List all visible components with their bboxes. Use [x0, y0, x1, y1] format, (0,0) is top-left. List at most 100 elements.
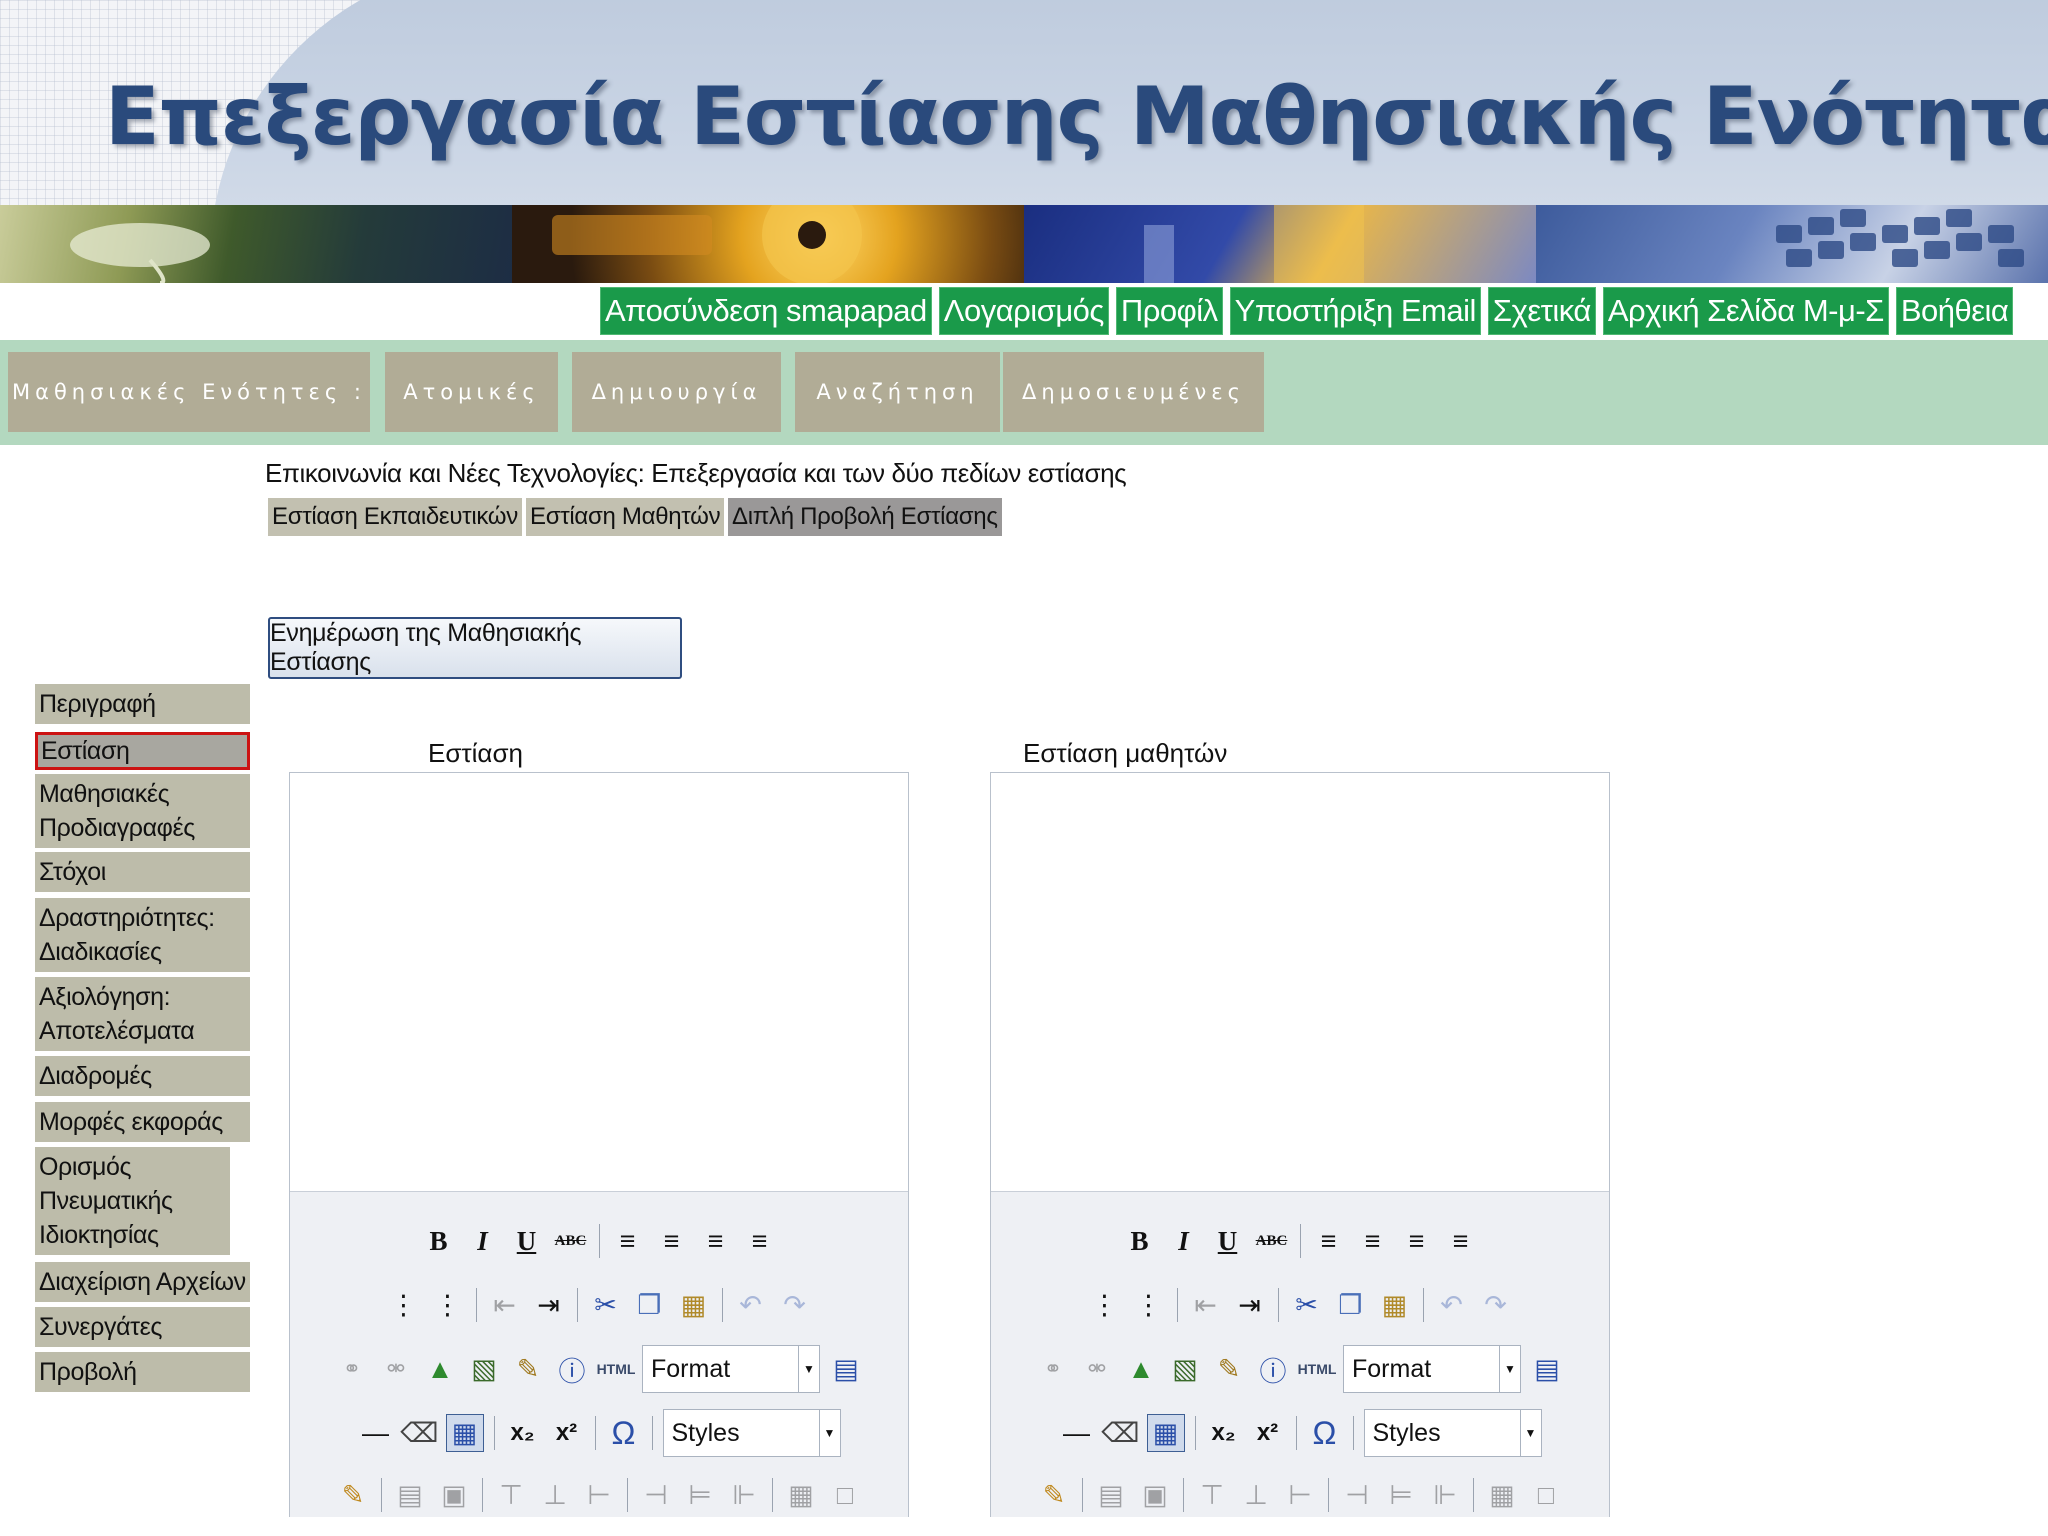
align-justify-icon[interactable]: ≡ [742, 1223, 778, 1259]
cell-props-icon[interactable]: ▣ [1137, 1477, 1173, 1513]
insert-row-before-icon[interactable]: ⊤ [1194, 1477, 1230, 1513]
image-icon[interactable]: ▲ [1123, 1351, 1159, 1387]
sidebar-item-focus[interactable]: Εστίαση [35, 732, 250, 770]
undo-icon[interactable]: ↶ [1434, 1287, 1470, 1323]
edit-icon[interactable]: ✎ [1036, 1477, 1072, 1513]
sidebar-item-learning-specs[interactable]: Μαθησιακές Προδιαγραφές [35, 774, 250, 848]
bullet-list-icon[interactable]: ⋮ [386, 1287, 422, 1323]
image-icon[interactable]: ▲ [422, 1351, 458, 1387]
superscript-icon[interactable]: x² [549, 1415, 585, 1451]
html-source-button[interactable]: HTML [1298, 1351, 1337, 1387]
format-select[interactable]: Format ▼ [642, 1345, 820, 1393]
horizontal-rule-icon[interactable]: — [358, 1415, 394, 1451]
undo-icon[interactable]: ↶ [733, 1287, 769, 1323]
media-icon[interactable]: ▧ [1167, 1351, 1203, 1387]
align-justify-icon[interactable]: ≡ [1443, 1223, 1479, 1259]
media-icon[interactable]: ▧ [466, 1351, 502, 1387]
help-link[interactable]: Βοήθεια [1895, 287, 2014, 335]
table-icon[interactable]: ▦ [445, 1414, 484, 1452]
delete-row-icon[interactable]: ⊢ [581, 1477, 617, 1513]
styles-select[interactable]: Styles ▼ [662, 1409, 841, 1457]
align-right-icon[interactable]: ≡ [1399, 1223, 1435, 1259]
sidebar-item-routes[interactable]: Διαδρομές [35, 1056, 250, 1096]
copy-icon[interactable]: ❐ [1333, 1287, 1369, 1323]
bold-button[interactable]: B [1122, 1223, 1158, 1259]
sidebar-item-goals[interactable]: Στόχοι [35, 852, 250, 892]
numbered-list-icon[interactable]: ⋮ [430, 1287, 466, 1323]
tab-dual-focus[interactable]: Διπλή Προβολή Εστίασης [728, 498, 1002, 536]
sidebar-item-expression-forms[interactable]: Μορφές εκφοράς [35, 1102, 250, 1142]
student-focus-editor-text-area[interactable] [991, 773, 1609, 1189]
italic-button[interactable]: I [1166, 1223, 1202, 1259]
sidebar-item-collaborators[interactable]: Συνεργάτες [35, 1307, 250, 1347]
horizontal-rule-icon[interactable]: — [1059, 1415, 1095, 1451]
unlink-icon[interactable]: ⚮ [1079, 1351, 1115, 1387]
insert-row-before-icon[interactable]: ⊤ [493, 1477, 529, 1513]
sidebar-item-description[interactable]: Περιγραφή [35, 684, 250, 724]
strikethrough-button[interactable]: ABC [1254, 1223, 1290, 1259]
underline-button[interactable]: U [1210, 1223, 1246, 1259]
align-center-icon[interactable]: ≡ [654, 1223, 690, 1259]
block-visual-icon[interactable]: ▤ [1529, 1351, 1565, 1387]
copy-icon[interactable]: ❐ [632, 1287, 668, 1323]
superscript-icon[interactable]: x² [1250, 1415, 1286, 1451]
split-cells-icon[interactable]: ▦ [783, 1477, 819, 1513]
logout-link[interactable]: Αποσύνδεση smapapad [600, 287, 932, 335]
numbered-list-icon[interactable]: ⋮ [1131, 1287, 1167, 1323]
eraser-icon[interactable]: ⌫ [1101, 1415, 1139, 1451]
sidebar-item-file-management[interactable]: Διαχείριση Αρχείων [35, 1262, 250, 1302]
insert-row-after-icon[interactable]: ⊥ [537, 1477, 573, 1513]
insert-col-after-icon[interactable]: ⊨ [1383, 1477, 1419, 1513]
special-char-icon[interactable]: Ω [1307, 1415, 1343, 1451]
split-cells-icon[interactable]: ▦ [1484, 1477, 1520, 1513]
block-visual-icon[interactable]: ▤ [828, 1351, 864, 1387]
html-source-button[interactable]: HTML [597, 1351, 636, 1387]
align-right-icon[interactable]: ≡ [698, 1223, 734, 1259]
sidebar-item-preview[interactable]: Προβολή [35, 1352, 250, 1392]
menu-item-individual[interactable]: Ατομικές [385, 352, 558, 432]
sidebar-item-assessment[interactable]: Αξιολόγηση: Αποτελέσματα [35, 977, 250, 1051]
format-select[interactable]: Format ▼ [1343, 1345, 1521, 1393]
help-icon[interactable]: ⓘ [554, 1351, 590, 1387]
unlink-icon[interactable]: ⚮ [378, 1351, 414, 1387]
cut-icon[interactable]: ✂ [1289, 1287, 1325, 1323]
update-focus-button[interactable]: Ενημέρωση της Μαθησιακής Εστίασης [268, 617, 682, 679]
align-center-icon[interactable]: ≡ [1355, 1223, 1391, 1259]
about-link[interactable]: Σχετικά [1487, 287, 1596, 335]
table-icon[interactable]: ▦ [1146, 1414, 1185, 1452]
eraser-icon[interactable]: ⌫ [400, 1415, 438, 1451]
delete-row-icon[interactable]: ⊢ [1282, 1477, 1318, 1513]
email-support-link[interactable]: Υποστήριξη Email [1229, 287, 1481, 335]
subscript-icon[interactable]: x₂ [1206, 1415, 1242, 1451]
bullet-list-icon[interactable]: ⋮ [1087, 1287, 1123, 1323]
subscript-icon[interactable]: x₂ [505, 1415, 541, 1451]
redo-icon[interactable]: ↷ [1478, 1287, 1514, 1323]
edit-icon[interactable]: ✎ [335, 1477, 371, 1513]
delete-col-icon[interactable]: ⊩ [726, 1477, 762, 1513]
focus-editor-text-area[interactable] [290, 773, 908, 1189]
link-icon[interactable]: ⚭ [334, 1351, 370, 1387]
profile-link[interactable]: Προφίλ [1115, 287, 1223, 335]
cell-props-icon[interactable]: ▣ [436, 1477, 472, 1513]
cut-icon[interactable]: ✂ [588, 1287, 624, 1323]
home-link[interactable]: Αρχική Σελίδα Μ-μ-Σ [1602, 287, 1889, 335]
tab-student-focus[interactable]: Εστίαση Μαθητών [526, 498, 725, 536]
insert-col-before-icon[interactable]: ⊣ [1339, 1477, 1375, 1513]
merge-cells-icon[interactable]: □ [1528, 1477, 1564, 1513]
row-props-icon[interactable]: ▤ [1093, 1477, 1129, 1513]
sidebar-item-intellectual-property[interactable]: Ορισμός Πνευματικής Ιδιοκτησίας [35, 1147, 230, 1255]
account-link[interactable]: Λογαρισμός [938, 287, 1109, 335]
paste-icon[interactable]: ▦ [1377, 1287, 1413, 1323]
delete-col-icon[interactable]: ⊩ [1427, 1477, 1463, 1513]
menu-item-published[interactable]: Δημοσιευμένες [1003, 352, 1264, 432]
link-icon[interactable]: ⚭ [1035, 1351, 1071, 1387]
align-left-icon[interactable]: ≡ [1311, 1223, 1347, 1259]
help-icon[interactable]: ⓘ [1255, 1351, 1291, 1387]
insert-row-after-icon[interactable]: ⊥ [1238, 1477, 1274, 1513]
tab-teacher-focus[interactable]: Εστίαση Εκπαιδευτικών [268, 498, 522, 536]
sidebar-item-activities[interactable]: Δραστηριότητες: Διαδικασίες [35, 898, 250, 972]
align-left-icon[interactable]: ≡ [610, 1223, 646, 1259]
indent-icon[interactable]: ⇥ [531, 1287, 567, 1323]
cleanup-brush-icon[interactable]: ✎ [510, 1351, 546, 1387]
cleanup-brush-icon[interactable]: ✎ [1211, 1351, 1247, 1387]
